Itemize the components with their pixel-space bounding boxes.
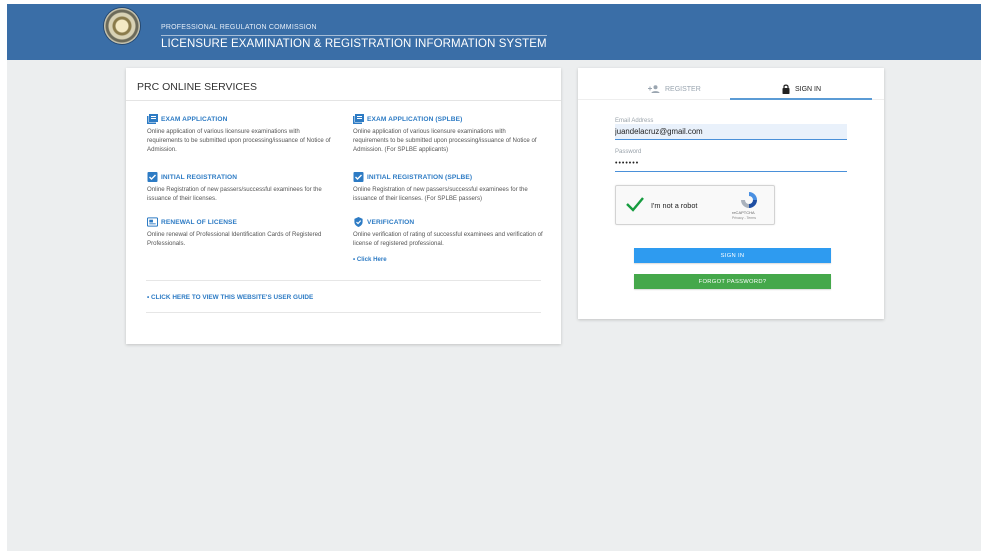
site-header: PROFESSIONAL REGULATION COMMISSION LICEN… (7, 4, 981, 60)
renewal-of-license-link[interactable]: RENEWAL OF LICENSE (161, 219, 237, 226)
service-description: Online renewal of Professional Identific… (147, 231, 322, 247)
recaptcha-privacy-terms[interactable]: Privacy - Terms (732, 216, 756, 220)
id-card-icon (147, 217, 158, 227)
password-field[interactable] (615, 156, 847, 172)
tab-signin-label: SIGN IN (795, 85, 822, 93)
verified-badge-icon (354, 217, 363, 227)
recaptcha-brand: reCAPTCHA (732, 210, 755, 215)
password-label: Password (615, 149, 642, 155)
divider (146, 312, 541, 313)
tab-register[interactable]: REGISTER (648, 79, 701, 99)
recaptcha-logo-icon (741, 192, 757, 208)
verification-link[interactable]: VERIFICATION (367, 219, 414, 226)
service-renewal-of-license: RENEWAL OF LICENSE Online renewal of Pro… (147, 217, 337, 248)
lock-icon (782, 84, 790, 94)
user-guide-link[interactable]: • CLICK HERE TO VIEW THIS WEBSITE'S USER… (147, 294, 313, 301)
add-user-icon (648, 85, 660, 93)
forgot-password-button[interactable]: FORGOT PASSWORD? (634, 274, 831, 289)
org-name: PROFESSIONAL REGULATION COMMISSION (161, 24, 317, 31)
page-background: PROFESSIONAL REGULATION COMMISSION LICEN… (7, 4, 981, 551)
document-list-icon (147, 114, 158, 124)
online-services-card: PRC ONLINE SERVICES EXAM APPLICATION Onl… (126, 68, 561, 344)
system-name: LICENSURE EXAMINATION & REGISTRATION INF… (161, 35, 547, 50)
active-tab-indicator (730, 98, 872, 100)
document-list-icon (353, 114, 364, 124)
service-exam-application: EXAM APPLICATION Online application of v… (147, 114, 337, 154)
login-card: REGISTER SIGN IN Email Address Password … (578, 68, 884, 319)
initial-registration-splbe-link[interactable]: INITIAL REGISTRATION (SPLBE) (367, 174, 472, 181)
recaptcha-widget: I'm not a robot reCAPTCHA Privacy - Term… (615, 185, 775, 225)
checkbox-icon (353, 172, 364, 182)
service-description: Online Registration of new passers/succe… (353, 186, 528, 202)
services-title: PRC ONLINE SERVICES (137, 81, 258, 93)
divider (146, 280, 541, 281)
initial-registration-link[interactable]: INITIAL REGISTRATION (161, 174, 237, 181)
service-initial-registration: INITIAL REGISTRATION Online Registration… (147, 172, 337, 203)
sign-in-button[interactable]: SIGN IN (634, 248, 831, 263)
tab-signin[interactable]: SIGN IN (782, 79, 821, 99)
tab-register-label: REGISTER (665, 85, 701, 93)
checkmark-icon[interactable] (626, 196, 644, 212)
recaptcha-label: I'm not a robot (651, 201, 698, 210)
service-verification: VERIFICATION Online verification of rati… (353, 217, 543, 266)
service-initial-registration-splbe: INITIAL REGISTRATION (SPLBE) Online Regi… (353, 172, 543, 203)
service-description: Online verification of rating of success… (353, 231, 543, 247)
service-description: Online application of various licensure … (147, 128, 331, 153)
prc-seal-logo (104, 8, 140, 44)
service-description: Online application of various licensure … (353, 128, 537, 153)
exam-application-link[interactable]: EXAM APPLICATION (161, 116, 227, 123)
service-exam-application-splbe: EXAM APPLICATION (SPLBE) Online applicat… (353, 114, 543, 154)
email-field[interactable] (615, 124, 847, 140)
service-description: Online Registration of new passers/succe… (147, 186, 322, 202)
divider (126, 100, 561, 101)
checkbox-icon (147, 172, 158, 182)
exam-application-splbe-link[interactable]: EXAM APPLICATION (SPLBE) (367, 116, 462, 123)
verification-click-here-link[interactable]: • Click Here (353, 256, 387, 263)
